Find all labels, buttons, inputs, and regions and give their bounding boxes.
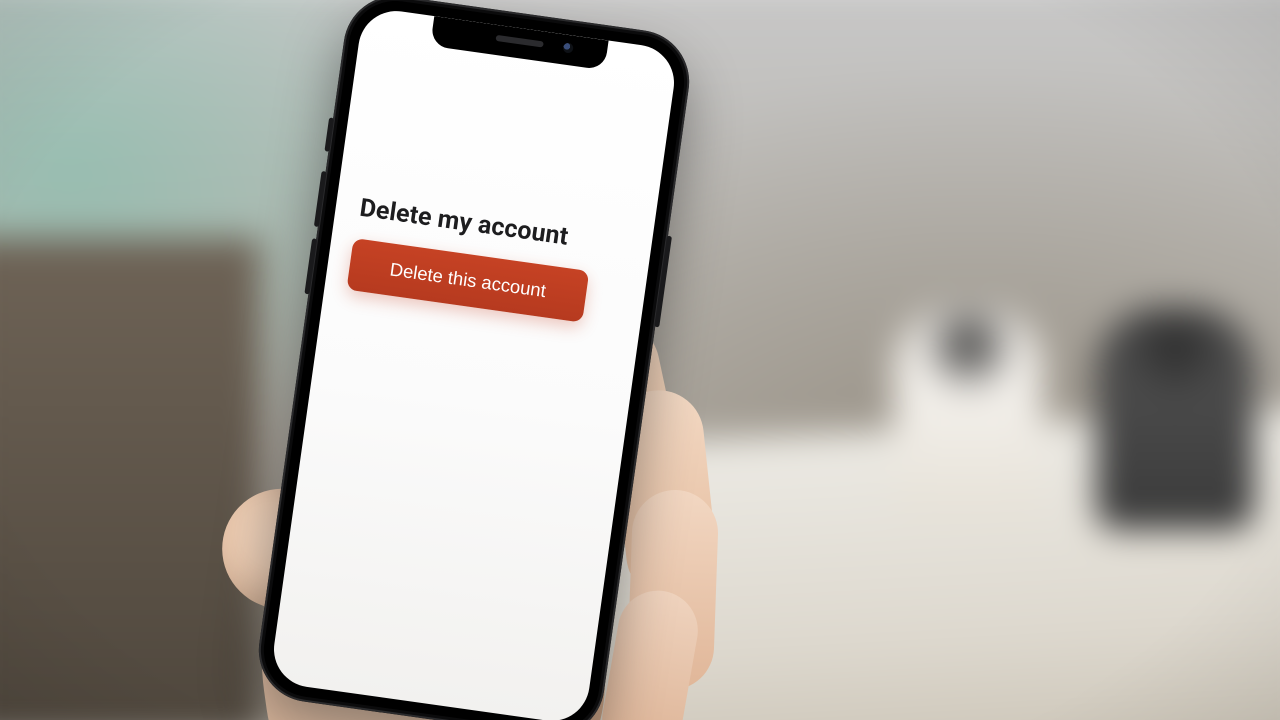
delete-account-button[interactable]: Delete this account [346, 238, 589, 323]
front-camera-icon [563, 42, 574, 53]
stage: Delete my account Delete this account [0, 0, 1280, 720]
delete-account-section: Delete my account Delete this account [346, 193, 631, 327]
speaker-icon [495, 35, 543, 48]
